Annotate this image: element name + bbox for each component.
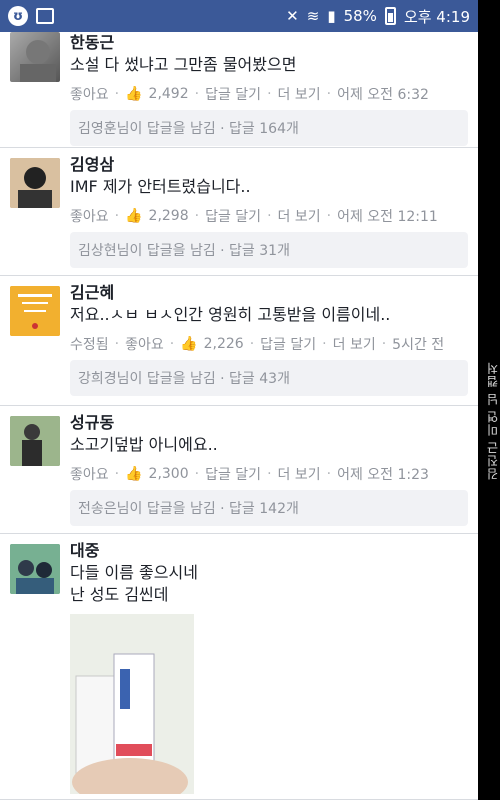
- reply-summary[interactable]: 김영훈님이 답글을 남김 · 답글 164개: [70, 110, 468, 146]
- wifi-icon: ≋: [306, 7, 320, 25]
- avatar-photo-icon: [10, 544, 60, 594]
- thumbs-up-icon: 👍: [180, 336, 198, 352]
- status-bar: ʊ ✕ ≋ ▮ 58% 오후 4:19: [0, 0, 478, 32]
- comment-photo[interactable]: [70, 614, 194, 794]
- comment-text: IMF 제가 안터트렸습니다..: [70, 177, 251, 196]
- vertical-watermark: 김진근 미연 님 캡처: [486, 361, 500, 480]
- comment-feed[interactable]: 한동근 소설 다 썼냐고 그만좀 물어봤으면 좋아요 · 👍 2,492 · 답글 …: [0, 32, 478, 800]
- like-count[interactable]: 2,300: [149, 466, 189, 482]
- avatar-photo-icon: [10, 158, 60, 208]
- comment-author[interactable]: 대중: [70, 540, 468, 562]
- comment-item: 김근혜 저요..ㅅㅂ ㅂㅅ인간 영원히 고통받을 이름이네.. 수정됨 · 좋아요…: [0, 276, 478, 406]
- comment-author[interactable]: 김근혜: [70, 282, 468, 304]
- like-button[interactable]: 좋아요: [70, 206, 109, 226]
- timestamp: 어제 오전 1:23: [337, 467, 429, 483]
- edited-label: 수정됨: [70, 337, 109, 353]
- more-button[interactable]: 더 보기: [278, 84, 321, 104]
- battery-percent: 58%: [343, 7, 377, 25]
- reply-summary[interactable]: 강희경님이 답글을 남김 · 답글 43개: [70, 360, 468, 396]
- comment-actions: 좋아요 · 👍 2,492 · 답글 달기 · 더 보기 · 어제 오전 6:32: [70, 84, 429, 104]
- avatar-photo-icon: [10, 416, 60, 466]
- comment-item: 김영삼 IMF 제가 안터트렸습니다.. 좋아요 · 👍 2,298 · 답글 달기…: [0, 148, 478, 276]
- battery-icon: [384, 7, 396, 25]
- comment-actions: 좋아요 · 👍 2,300 · 답글 달기 · 더 보기 · 어제 오전 1:23: [70, 464, 429, 484]
- like-button[interactable]: 좋아요: [125, 334, 164, 354]
- comment-text: 저요..ㅅㅂ ㅂㅅ인간 영원히 고통받을 이름이네..: [70, 305, 391, 324]
- like-button[interactable]: 좋아요: [70, 464, 109, 484]
- timestamp: 5시간 전: [392, 337, 445, 353]
- comment-author[interactable]: 한동근: [70, 32, 468, 54]
- thumbs-up-icon: 👍: [125, 466, 143, 482]
- comment-item: 성규동 소고기덮밥 아니에요.. 좋아요 · 👍 2,300 · 답글 달기 · 더 …: [0, 406, 478, 534]
- reply-button[interactable]: 답글 달기: [205, 464, 261, 484]
- more-button[interactable]: 더 보기: [278, 206, 321, 226]
- gallery-notification-icon: [36, 8, 54, 24]
- comment-text: 난 성도 김씬데: [70, 585, 169, 604]
- reply-summary[interactable]: 전송은님이 답글을 남김 · 답글 142개: [70, 490, 468, 526]
- thumbs-up-icon: 👍: [125, 208, 143, 224]
- avatar[interactable]: [10, 544, 60, 594]
- photo-attachment-icon: [70, 614, 194, 794]
- comment-actions: 수정됨 · 좋아요 · 👍 2,226 · 답글 달기 · 더 보기 · 5시간 전: [70, 334, 445, 354]
- mute-icon: ✕: [286, 7, 299, 25]
- reply-button[interactable]: 답글 달기: [260, 334, 316, 354]
- comment-item: 한동근 소설 다 썼냐고 그만좀 물어봤으면 좋아요 · 👍 2,492 · 답글 …: [0, 32, 478, 148]
- comment-text: 소설 다 썼냐고 그만좀 물어봤으면: [70, 55, 297, 74]
- reply-button[interactable]: 답글 달기: [205, 84, 261, 104]
- like-count[interactable]: 2,298: [149, 208, 189, 224]
- comment-actions: 좋아요 · 👍 2,298 · 답글 달기 · 더 보기 · 어제 오전 12:11: [70, 206, 438, 226]
- reply-summary[interactable]: 김상현님이 답글을 남김 · 답글 31개: [70, 232, 468, 268]
- clock: 오후 4:19: [403, 7, 470, 26]
- thumbs-up-icon: 👍: [125, 86, 143, 102]
- reply-button[interactable]: 답글 달기: [205, 206, 261, 226]
- like-count[interactable]: 2,226: [204, 336, 244, 352]
- comment-item: 대중 다들 이름 좋으시네 난 성도 김씬데: [0, 534, 478, 800]
- avatar[interactable]: [10, 416, 60, 466]
- like-button[interactable]: 좋아요: [70, 84, 109, 104]
- book-cover-icon: [10, 286, 60, 336]
- app-notification-icon: ʊ: [8, 6, 28, 26]
- timestamp: 어제 오전 6:32: [337, 87, 429, 103]
- comment-author[interactable]: 김영삼: [70, 154, 468, 176]
- timestamp: 어제 오전 12:11: [337, 209, 438, 225]
- more-button[interactable]: 더 보기: [278, 464, 321, 484]
- comment-text: 다들 이름 좋으시네: [70, 563, 198, 582]
- like-count[interactable]: 2,492: [149, 86, 189, 102]
- comment-text: 소고기덮밥 아니에요..: [70, 435, 218, 454]
- signal-icon: ▮: [327, 7, 336, 25]
- comment-author[interactable]: 성규동: [70, 412, 468, 434]
- avatar[interactable]: [10, 32, 60, 82]
- more-button[interactable]: 더 보기: [333, 334, 376, 354]
- avatar[interactable]: [10, 158, 60, 208]
- avatar[interactable]: [10, 286, 60, 336]
- avatar-photo-icon: [20, 40, 56, 82]
